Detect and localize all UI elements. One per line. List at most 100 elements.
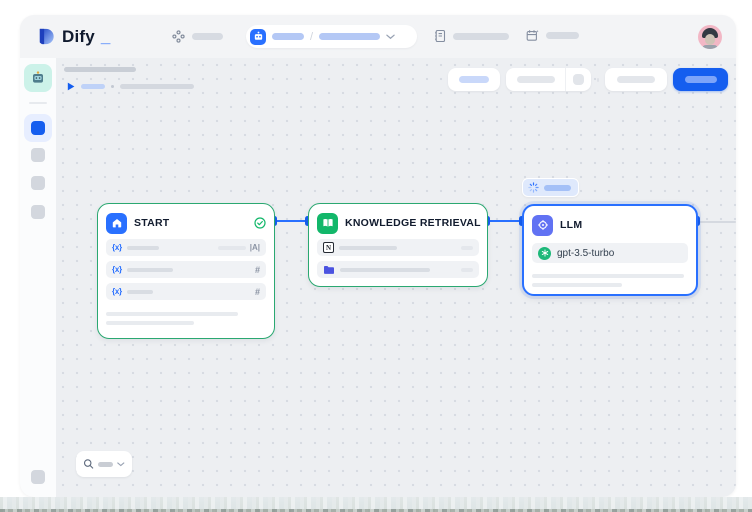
variable-name-placeholder (127, 246, 159, 250)
brand-name: Dify (62, 27, 95, 47)
dataset-name-placeholder (339, 246, 397, 250)
node-llm[interactable]: LLM gpt-3.5-turbo (522, 204, 698, 296)
docs-label-placeholder (453, 33, 509, 40)
run-app-main-segment[interactable] (506, 68, 565, 91)
current-app-icon[interactable] (24, 64, 52, 92)
run-app-split-button[interactable] (506, 68, 591, 91)
bottom-noise-band (0, 497, 752, 512)
openai-icon (538, 247, 551, 260)
workflow-name-placeholder (319, 33, 380, 40)
sidebar-item-placeholder-bottom[interactable] (31, 470, 45, 484)
node-title: LLM (560, 219, 688, 231)
node-description-placeholder (106, 312, 238, 316)
canvas-toolbar (448, 68, 728, 91)
edge-llm-to-next (698, 221, 736, 223)
node-knowledge-retrieval[interactable]: KNOWLEDGE RETRIEVAL N (308, 203, 488, 287)
brand-cursor: _ (101, 27, 110, 47)
dot-separator (111, 85, 114, 88)
variable-icon: {x} (112, 265, 122, 274)
features-button[interactable] (448, 68, 500, 91)
home-icon (106, 213, 127, 234)
sidebar-item-placeholder-1[interactable] (31, 148, 45, 162)
model-selector[interactable]: gpt-3.5-turbo (532, 243, 688, 263)
node-running-badge (522, 178, 579, 197)
schedule-label-placeholder (546, 32, 579, 39)
running-label-placeholder (544, 185, 571, 191)
zoom-magnifier-icon (83, 458, 94, 470)
last-run-status[interactable] (67, 81, 194, 91)
variable-row[interactable]: {x} |A| (106, 239, 266, 256)
workflow-canvas[interactable]: START {x} |A| (56, 58, 736, 497)
docs-link[interactable] (434, 29, 509, 43)
run-app-menu-segment[interactable] (566, 68, 591, 91)
dify-logo-icon (36, 26, 57, 47)
toolbar-separator (597, 78, 599, 82)
type-indicator: # (255, 287, 260, 297)
workflow-icon (172, 30, 185, 43)
run-label-placeholder (81, 84, 105, 89)
book-icon (317, 213, 338, 234)
workspace-switcher[interactable] (172, 30, 223, 43)
top-navbar: Dify _ / (20, 15, 736, 58)
node-description-placeholder (532, 274, 684, 278)
sidebar-item-placeholder-3[interactable] (31, 205, 45, 219)
sidebar-item-placeholder-2[interactable] (31, 176, 45, 190)
zoom-level-placeholder (98, 462, 113, 467)
app-switcher-pill[interactable]: / (246, 25, 417, 48)
node-description-placeholder (106, 321, 194, 325)
workflow-title-placeholder (64, 67, 136, 72)
workflow-block-icon (31, 121, 45, 135)
chevron-down-icon[interactable] (386, 34, 395, 40)
publish-button[interactable] (673, 68, 728, 91)
schedule-link[interactable] (526, 29, 579, 42)
node-description-placeholder (532, 283, 622, 287)
dataset-row[interactable] (317, 261, 479, 278)
play-icon (67, 82, 75, 91)
type-indicator: |A| (250, 243, 260, 252)
features-label-placeholder (459, 76, 489, 83)
notion-icon: N (323, 242, 334, 253)
type-indicator: # (255, 265, 260, 275)
edge-start-to-knowledge (275, 220, 308, 222)
workspace-name-placeholder (192, 33, 223, 40)
calendar-plus-icon (526, 29, 539, 42)
folder-icon (323, 265, 335, 275)
app-window: Dify _ / (20, 15, 736, 497)
user-avatar[interactable] (698, 25, 722, 49)
notebook-icon (434, 29, 446, 43)
node-title: START (134, 217, 247, 229)
avatar-body (702, 45, 718, 49)
variable-icon: {x} (112, 287, 122, 296)
node-title: KNOWLEDGE RETRIEVAL (345, 217, 481, 229)
dataset-name-placeholder (340, 268, 430, 272)
node-start[interactable]: START {x} |A| (97, 203, 275, 339)
breadcrumb-divider: / (310, 31, 313, 43)
llm-brain-icon (532, 215, 553, 236)
variable-name-placeholder (127, 290, 153, 294)
menu-square-icon (573, 74, 584, 85)
preview-button[interactable] (605, 68, 667, 91)
zoom-control[interactable] (76, 451, 132, 477)
variable-name-placeholder (127, 268, 173, 272)
avatar-face (705, 34, 715, 45)
sidebar-item-workflow-active[interactable] (24, 114, 52, 142)
sidebar-divider (29, 102, 47, 104)
left-sidebar (20, 58, 56, 497)
dataset-meta-placeholder (461, 268, 473, 272)
publish-label-placeholder (685, 76, 717, 83)
variable-row[interactable]: {x} # (106, 261, 266, 278)
notion-letter: N (326, 244, 331, 252)
spinner-icon (528, 182, 539, 193)
model-name: gpt-3.5-turbo (557, 248, 614, 259)
run-app-label-placeholder (517, 76, 555, 83)
edge-knowledge-to-llm (488, 220, 522, 222)
success-check-icon (254, 217, 266, 229)
run-time-placeholder (120, 84, 194, 89)
app-robot-icon (250, 29, 266, 45)
chevron-down-icon[interactable] (117, 462, 125, 467)
page-background: Dify _ / (0, 0, 752, 512)
variable-row[interactable]: {x} # (106, 283, 266, 300)
app-name-placeholder (272, 33, 304, 40)
dataset-row[interactable]: N (317, 239, 479, 256)
dataset-meta-placeholder (461, 246, 473, 250)
